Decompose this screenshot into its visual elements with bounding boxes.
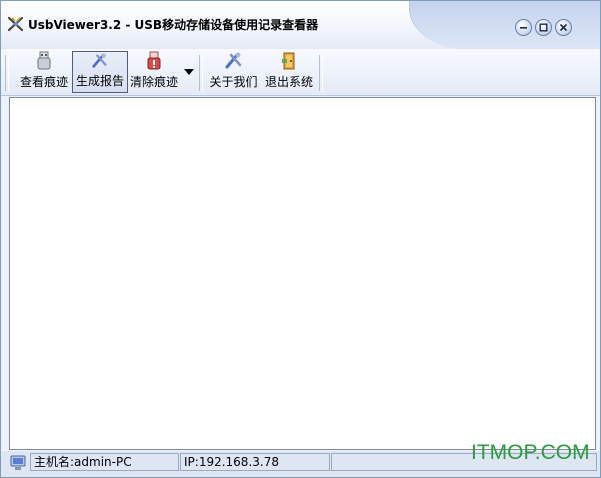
watermark-text: ITMOP.COM <box>471 441 590 464</box>
hostname-panel: 主机名:admin-PC <box>30 453 179 471</box>
toolbar-grip[interactable] <box>5 55 9 91</box>
exit-system-label: 退出系统 <box>264 75 313 89</box>
report-tools-icon <box>92 53 107 68</box>
exit-door-icon <box>282 52 295 70</box>
usb-drive-icon <box>37 51 51 70</box>
maximize-button[interactable] <box>535 19 552 36</box>
about-us-button[interactable]: 关于我们 <box>206 51 261 93</box>
records-view[interactable] <box>9 97 596 450</box>
generate-report-button[interactable]: 生成报告 <box>72 51 128 93</box>
maximize-icon <box>539 23 548 32</box>
ip-panel: IP:192.168.3.78 <box>180 453 330 471</box>
toolbar: 查看痕迹 生成报告 清除痕迹 关于我们 退出系统 <box>1 49 600 96</box>
window-title: UsbViewer3.2 - USB移动存储设备使用记录查看器 <box>28 18 319 32</box>
exit-system-button[interactable]: 退出系统 <box>262 51 316 93</box>
view-traces-label: 查看痕迹 <box>19 75 68 89</box>
clear-traces-dropdown[interactable] <box>184 69 194 75</box>
toolbar-separator-end <box>319 55 323 91</box>
close-button[interactable] <box>555 19 572 36</box>
app-icon <box>7 16 24 32</box>
title-bar[interactable]: UsbViewer3.2 - USB移动存储设备使用记录查看器 <box>1 1 600 49</box>
computer-icon <box>10 455 26 470</box>
minimize-icon <box>520 27 527 29</box>
about-tools-icon <box>225 52 241 69</box>
clear-traces-button[interactable]: 清除痕迹 <box>128 51 180 93</box>
usb-drive-alert-icon <box>147 51 161 70</box>
main-window: UsbViewer3.2 - USB移动存储设备使用记录查看器 查看痕迹 生成报… <box>0 0 601 478</box>
about-us-label: 关于我们 <box>209 75 258 89</box>
window-controls <box>515 19 572 36</box>
minimize-button[interactable] <box>515 19 532 36</box>
toolbar-separator <box>199 55 203 91</box>
view-traces-button[interactable]: 查看痕迹 <box>16 51 72 93</box>
close-icon <box>559 23 568 32</box>
generate-report-label: 生成报告 <box>75 74 124 88</box>
clear-traces-label: 清除痕迹 <box>129 75 178 89</box>
